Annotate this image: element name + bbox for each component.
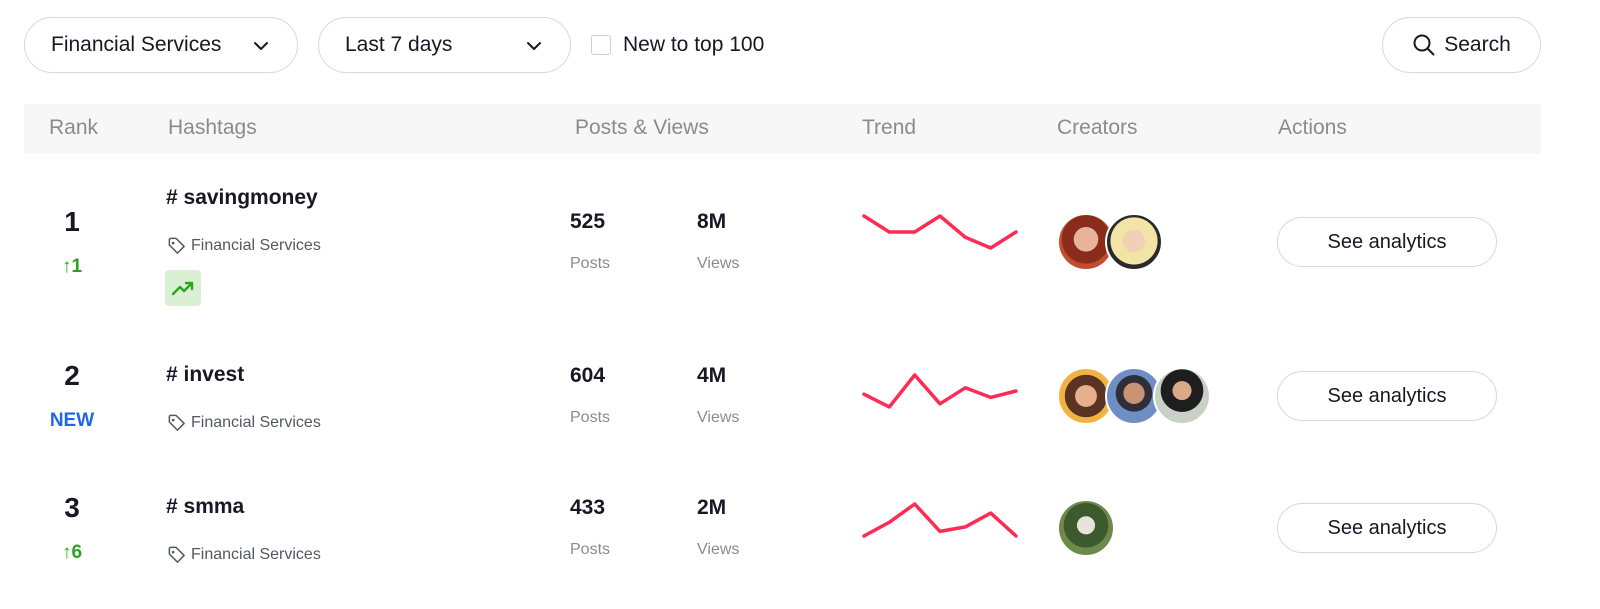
trend-line	[862, 373, 1018, 409]
trending-up-icon	[171, 281, 194, 296]
creator-avatars	[1057, 213, 1163, 271]
industry-dropdown[interactable]: Financial Services	[24, 17, 298, 73]
industry-dropdown-value: Financial Services	[51, 33, 222, 56]
creator-avatars	[1057, 367, 1211, 425]
views-count: 8M	[697, 210, 727, 233]
see-analytics-button[interactable]: See analytics	[1277, 503, 1497, 553]
rank-new-badge: NEW	[49, 410, 95, 431]
views-label: Views	[697, 541, 740, 558]
chevron-down-icon	[254, 42, 268, 50]
hashtag-name[interactable]: # smma	[166, 495, 244, 519]
creator-avatars	[1057, 499, 1115, 557]
column-header-trend: Trend	[862, 116, 917, 139]
search-button-label: Search	[1444, 33, 1511, 56]
tag-icon	[168, 546, 185, 563]
views-count: 2M	[697, 496, 727, 519]
trend-line	[862, 214, 1018, 250]
search-icon	[1413, 34, 1435, 56]
see-analytics-button[interactable]: See analytics	[1277, 217, 1497, 267]
period-dropdown[interactable]: Last 7 days	[318, 17, 571, 73]
column-header-rank: Rank	[49, 116, 99, 139]
search-button[interactable]: Search	[1382, 17, 1541, 73]
posts-label: Posts	[570, 541, 611, 558]
posts-label: Posts	[570, 255, 611, 272]
views-count: 4M	[697, 364, 727, 387]
rank-number: 3	[64, 492, 80, 523]
see-analytics-button[interactable]: See analytics	[1277, 371, 1497, 421]
hashtag-name[interactable]: # savingmoney	[166, 186, 318, 210]
creator-avatar[interactable]	[1057, 499, 1115, 557]
posts-count: 525	[570, 210, 606, 233]
posts-label: Posts	[570, 409, 611, 426]
creator-avatar[interactable]	[1153, 367, 1211, 425]
new-to-top-checkbox[interactable]	[591, 35, 611, 55]
creator-avatar[interactable]	[1105, 213, 1163, 271]
column-header-actions: Actions	[1278, 116, 1347, 139]
rank-number: 1	[64, 206, 80, 237]
hashtag-industry: Financial Services	[167, 236, 321, 255]
trend-line	[862, 502, 1018, 538]
column-header-posts-views: Posts & Views	[575, 116, 709, 139]
column-header-creators: Creators	[1057, 116, 1138, 139]
posts-count: 433	[570, 496, 606, 519]
column-header-hashtags: Hashtags	[168, 116, 257, 139]
hashtag-name[interactable]: # invest	[166, 363, 244, 387]
posts-count: 604	[570, 364, 606, 387]
tag-icon	[168, 237, 185, 254]
trending-badge	[165, 270, 201, 306]
trend-sparkline	[862, 373, 1018, 409]
new-to-top-filter[interactable]: New to top 100	[591, 17, 764, 73]
rank-change: ↑6	[61, 542, 83, 563]
table-header: Rank Hashtags Posts & Views Trend Creato…	[24, 104, 1541, 154]
hashtag-industry: Financial Services	[167, 413, 321, 432]
rank-change: ↑1	[61, 256, 83, 277]
trend-sparkline	[862, 502, 1018, 538]
period-dropdown-value: Last 7 days	[345, 33, 453, 56]
new-to-top-label: New to top 100	[623, 33, 765, 56]
chevron-down-icon	[527, 42, 541, 50]
tag-icon	[168, 414, 185, 431]
hashtag-industry: Financial Services	[167, 545, 321, 564]
trend-sparkline	[862, 214, 1018, 250]
filter-bar: Financial Services Last 7 days New to to…	[24, 17, 1541, 73]
views-label: Views	[697, 255, 740, 272]
views-label: Views	[697, 409, 740, 426]
rank-number: 2	[64, 360, 80, 391]
